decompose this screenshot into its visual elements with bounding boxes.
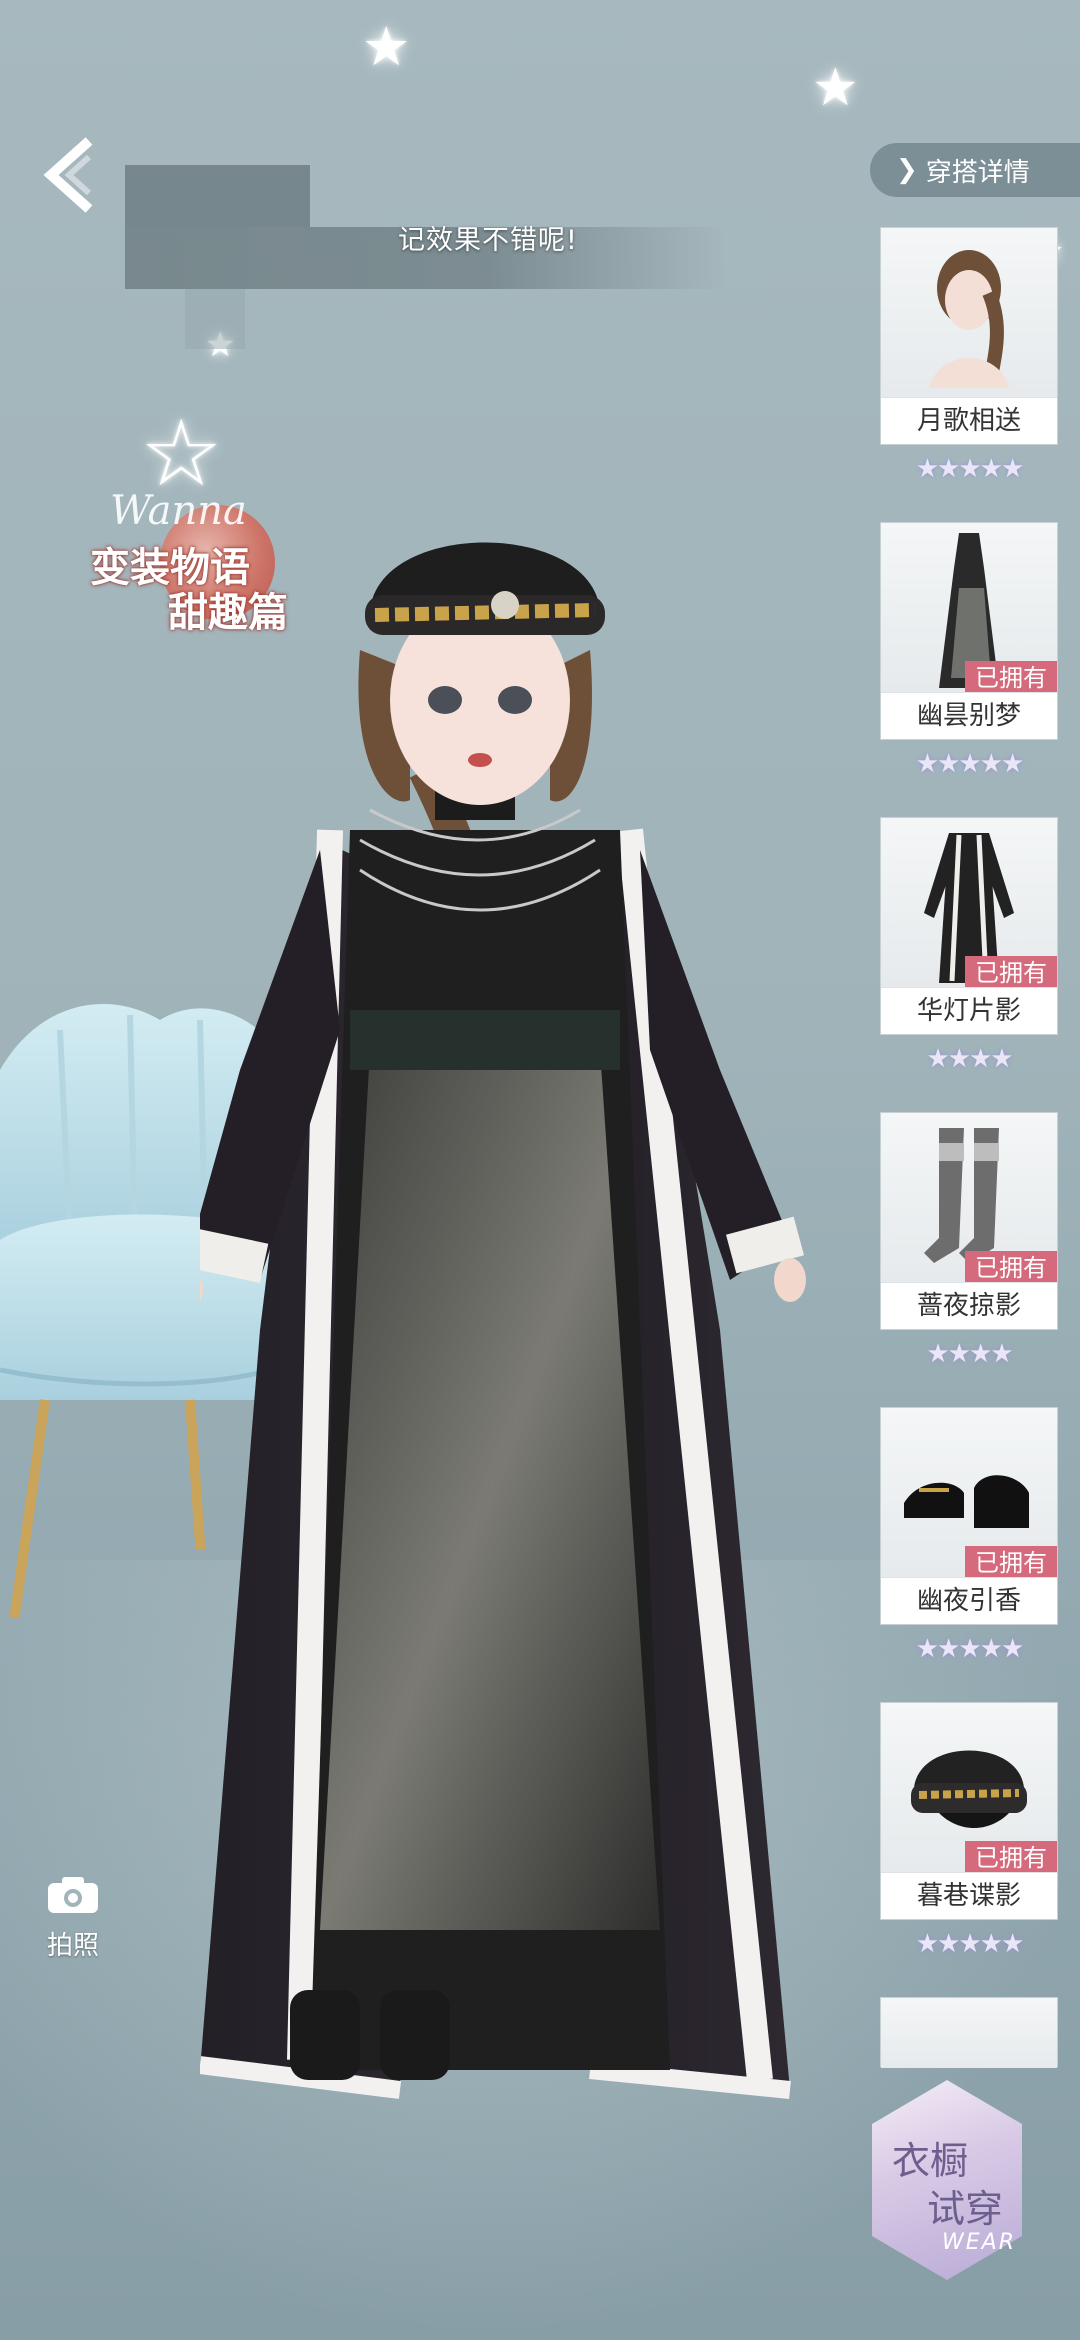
item-name: 蔷夜掠影 [881, 1282, 1057, 1329]
item-card[interactable]: 已拥有 华灯片影 ★★★★ [880, 817, 1058, 1074]
item-thumb-hair [881, 228, 1057, 398]
photo-label: 拍照 [46, 1931, 99, 1961]
item-name: 华灯片影 [881, 987, 1057, 1034]
item-card[interactable]: 已拥有 幽昙别梦 ★★★★★ [880, 522, 1058, 779]
back-arrow-icon [43, 137, 93, 213]
item-stars: ★★★★★ [915, 454, 1025, 484]
owned-badge: 已拥有 [965, 1546, 1057, 1580]
wardrobe-tryon-button[interactable]: 衣橱 试穿 WEAR [872, 2080, 1022, 2280]
item-stars: ★★★★ [926, 1339, 1013, 1369]
owned-badge: 已拥有 [965, 1251, 1057, 1285]
wardrobe-label-2: 试穿 [927, 2187, 1004, 2231]
back-button[interactable] [36, 130, 106, 220]
item-card[interactable]: 已拥有 蔷夜掠影 ★★★★ [880, 1112, 1058, 1369]
chevron-right-icon: ❯ [896, 155, 918, 185]
item-card[interactable]: 已拥有 暮巷谍影 ★★★★★ [880, 1702, 1058, 1959]
item-name: 幽昙别梦 [881, 692, 1057, 739]
character-model [200, 542, 806, 2099]
item-stars: ★★★★★ [915, 1634, 1025, 1664]
item-card-partial[interactable] [880, 1997, 1058, 2068]
item-stars: ★★★★★ [915, 749, 1025, 779]
outfit-details-label: 穿搭详情 [925, 157, 1030, 188]
sparkle-icon: ★ [812, 58, 859, 118]
owned-badge: 已拥有 [965, 1841, 1057, 1875]
dialog-text: 记效果不错呢! [398, 225, 578, 256]
item-name: 幽夜引香 [881, 1577, 1057, 1624]
pixelated-block [185, 289, 245, 349]
owned-badge: 已拥有 [965, 661, 1057, 695]
camera-icon [48, 1877, 98, 1913]
item-list: 月歌相送 ★★★★★ 已拥有 幽昙别梦 ★★★★★ 已拥有 华灯片影 ★★★★ [880, 227, 1060, 2068]
item-thumb-empty [881, 1998, 1057, 2068]
wardrobe-label-en: WEAR [942, 2230, 1016, 2255]
outfit-details-button[interactable]: ❯ 穿搭详情 [870, 143, 1080, 197]
owned-badge: 已拥有 [965, 956, 1057, 990]
item-card[interactable]: 月歌相送 ★★★★★ [880, 227, 1058, 484]
pixelated-speaker-name [125, 165, 310, 227]
photo-button[interactable]: 拍照 [38, 1875, 108, 1962]
item-stars: ★★★★★ [915, 1929, 1025, 1959]
item-name: 月歌相送 [881, 397, 1057, 444]
item-card[interactable]: 已拥有 幽夜引香 ★★★★★ [880, 1407, 1058, 1664]
sparkle-icon: ★ [362, 15, 411, 78]
item-stars: ★★★★ [926, 1044, 1013, 1074]
wardrobe-label-1: 衣橱 [892, 2139, 969, 2183]
item-name: 暮巷谍影 [881, 1872, 1057, 1919]
